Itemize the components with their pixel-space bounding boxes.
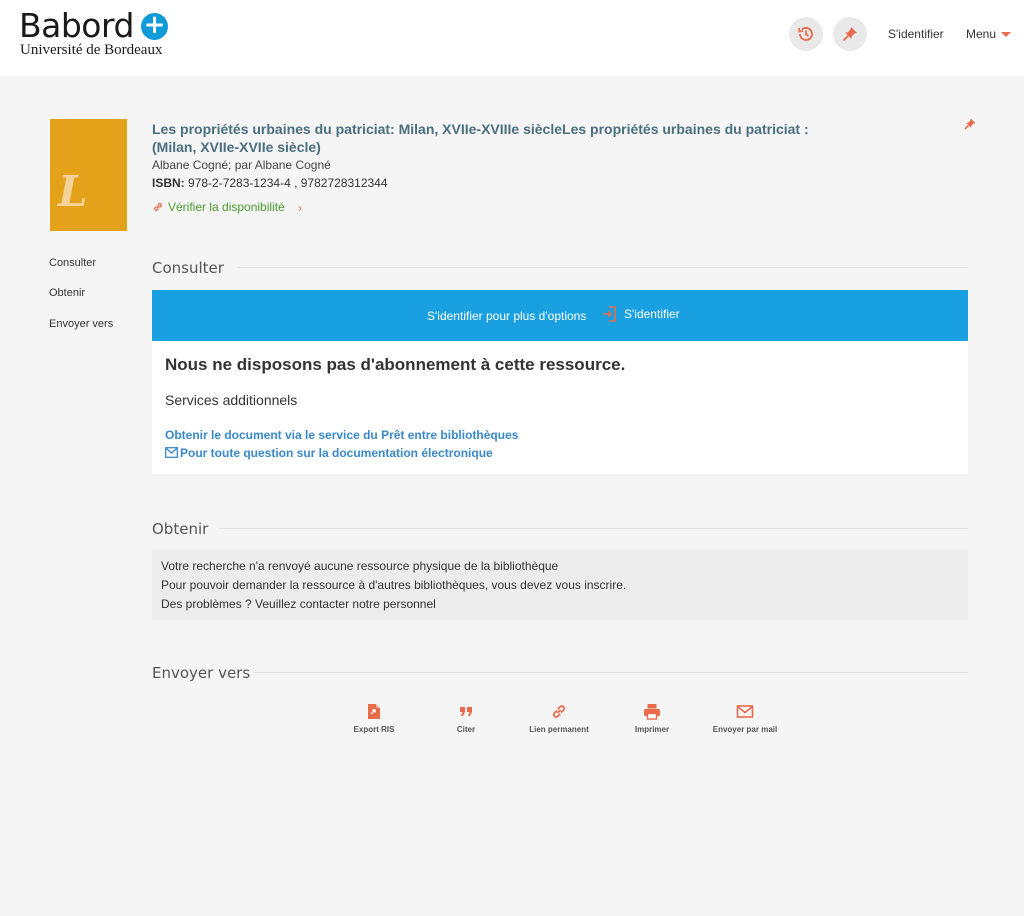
link-icon [552, 705, 566, 718]
history-icon [798, 27, 813, 41]
print-label: Imprimer [634, 725, 670, 734]
record-author: Albane Cogné; par Albane Cogné [152, 158, 331, 172]
record-pin-button[interactable] [963, 117, 977, 131]
export-ris-label: Export RIS [353, 725, 395, 734]
envelope-icon [165, 447, 178, 458]
no-subscription-message: Nous ne disposons pas d'abonnement à cet… [165, 355, 626, 374]
signin-button[interactable]: S'identifier [624, 307, 680, 321]
print-button[interactable]: Imprimer [617, 703, 687, 735]
header-menu-button[interactable]: Menu [966, 27, 996, 41]
section-title-obtenir: Obtenir [152, 520, 209, 538]
obtain-message-line: Votre recherche n'a renvoyé aucune resso… [161, 559, 559, 573]
login-prompt: S'identifier pour plus d'options [427, 309, 587, 323]
sign-in-icon [603, 306, 616, 322]
leftnav-item-envoyer-vers[interactable]: Envoyer vers [49, 318, 113, 330]
email-button[interactable]: Envoyer par mail [710, 703, 780, 735]
cite-label: Citer [456, 725, 476, 734]
section-divider [253, 672, 968, 673]
leftnav-item-consulter[interactable]: Consulter [49, 257, 96, 269]
caret-down-icon[interactable] [1001, 32, 1011, 37]
isbn-value: 978-2-7283-1234-4 , 9782728312344 [184, 176, 388, 190]
section-divider [237, 267, 968, 268]
quote-icon [460, 707, 472, 716]
section-divider [219, 528, 968, 529]
pushpin-icon [842, 27, 857, 42]
permalink-label: Lien permanent [529, 725, 589, 734]
logo-plus-icon: + [141, 12, 168, 40]
section-title-consulter: Consulter [152, 259, 224, 277]
interlibrary-loan-link[interactable]: Obtenir le document via le service du Pr… [165, 428, 518, 442]
top-header: Babord + Université de Bordeaux S'identi… [0, 0, 1024, 76]
leftnav-item-obtenir[interactable]: Obtenir [49, 287, 85, 299]
link-icon [154, 203, 162, 211]
permalink-button[interactable]: Lien permanent [524, 703, 594, 735]
chevron-right-icon[interactable]: › [298, 201, 302, 215]
logo-subtitle: Université de Bordeaux [20, 42, 163, 58]
header-signin-link[interactable]: S'identifier [888, 27, 944, 41]
isbn-label: ISBN: [152, 176, 185, 190]
additional-services-heading: Services additionnels [165, 392, 298, 408]
obtain-message-line: Pour pouvoir demander la ressource à d'a… [161, 578, 627, 592]
file-export-icon [368, 704, 380, 719]
printer-icon [644, 704, 660, 720]
cite-button[interactable]: Citer [431, 703, 501, 735]
check-availability-link[interactable]: Vérifier la disponibilité [168, 200, 285, 214]
my-favorites-button[interactable] [833, 17, 867, 51]
record-title[interactable]: Les propriétés urbaines du patriciat: Mi… [152, 120, 852, 156]
section-title-envoyer-vers: Envoyer vers [152, 664, 251, 682]
envelope-icon [736, 705, 754, 718]
electronic-documentation-link[interactable]: Pour toute question sur la documentation… [180, 446, 493, 460]
cover-letter: L [58, 167, 88, 216]
email-label: Envoyer par mail [712, 725, 778, 734]
record-isbn: ISBN: 978-2-7283-1234-4 , 9782728312344 [152, 176, 388, 190]
obtain-message-line: Des problèmes ? Veuillez contacter notre… [161, 597, 436, 611]
export-ris-button[interactable]: Export RIS [339, 703, 409, 735]
search-history-button[interactable] [789, 17, 823, 51]
logo-wordmark[interactable]: Babord [19, 6, 134, 45]
